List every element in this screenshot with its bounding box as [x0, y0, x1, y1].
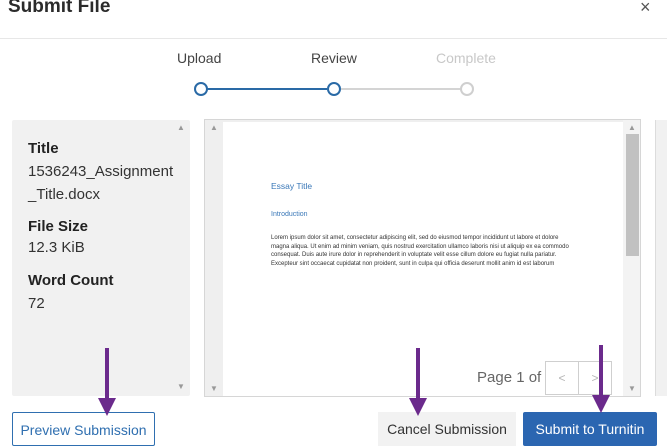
preview-left-scroll-up-icon[interactable]: ▲ — [207, 123, 221, 132]
step-complete-label: Complete — [436, 50, 496, 66]
scroll-up-icon[interactable]: ▲ — [174, 123, 188, 132]
document-title: Essay Title — [271, 181, 313, 191]
preview-submission-button[interactable]: Preview Submission — [12, 412, 155, 446]
step-upload-dot — [194, 82, 208, 96]
document-body: Lorem ipsum dolor sit amet, consectetur … — [271, 235, 569, 268]
cancel-submission-button[interactable]: Cancel Submission — [378, 412, 516, 446]
step-complete-dot — [460, 82, 474, 96]
word-count-value: 72 — [28, 295, 45, 312]
close-icon[interactable]: × — [640, 0, 651, 18]
page-indicator: Page 1 of 1 — [477, 369, 554, 386]
document-heading: Introduction — [271, 211, 308, 218]
word-count-label: Word Count — [28, 272, 114, 289]
details-scrollbar[interactable]: ▲ ▼ — [174, 120, 188, 396]
step-review-label: Review — [311, 50, 357, 66]
annotation-arrow-icon — [98, 348, 116, 416]
submit-to-turnitin-button[interactable]: Submit to Turnitin — [523, 412, 657, 446]
next-panel-edge — [655, 120, 667, 396]
file-size-label: File Size — [28, 218, 89, 235]
step-review-dot — [327, 82, 341, 96]
preview-scroll-up-icon[interactable]: ▲ — [625, 123, 639, 132]
stepper-progress-line — [207, 88, 327, 90]
stepper-remaining-line — [341, 88, 461, 90]
header-divider — [0, 38, 667, 39]
annotation-arrow-icon — [592, 345, 610, 413]
title-value: 1536243_Assignment_Title.docx — [28, 163, 174, 203]
preview-scroll-down-icon[interactable]: ▼ — [625, 384, 639, 393]
step-upload-label: Upload — [177, 50, 222, 66]
file-size-value: 12.3 KiB — [28, 239, 85, 256]
previous-page-button[interactable]: < — [545, 361, 579, 395]
preview-scrollbar[interactable]: ▲ ▼ — [623, 120, 640, 396]
annotation-arrow-icon — [409, 348, 427, 416]
dialog-title: Submit File — [8, 0, 111, 17]
preview-scroll-thumb[interactable] — [626, 134, 639, 256]
scroll-down-icon[interactable]: ▼ — [174, 382, 188, 391]
title-label: Title — [28, 140, 59, 157]
preview-left-scroll-down-icon[interactable]: ▼ — [207, 384, 221, 393]
